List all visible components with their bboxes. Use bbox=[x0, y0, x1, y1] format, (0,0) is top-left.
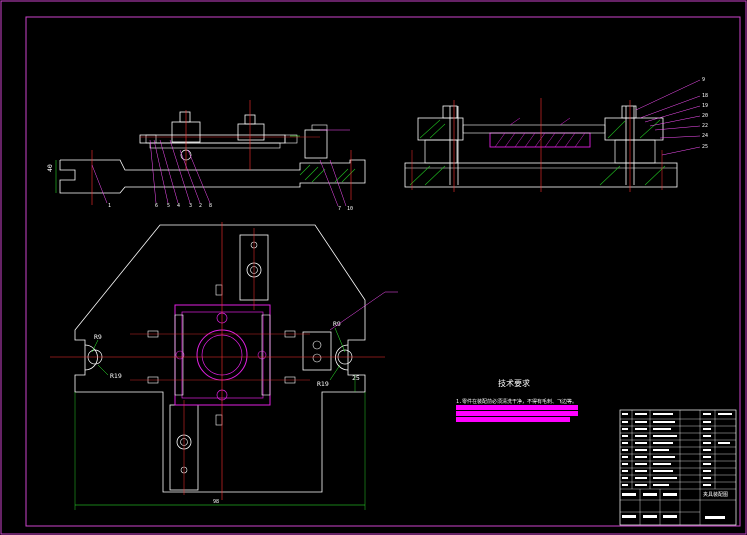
tech-highlight-bar-2 bbox=[456, 411, 578, 416]
tech-requirements-title: 技术要求 bbox=[498, 378, 530, 388]
side-part-24: 24 bbox=[702, 133, 708, 139]
side-part-9: 9 bbox=[702, 77, 705, 83]
front-part-1: 1 bbox=[108, 203, 111, 209]
tech-highlight-bar-3 bbox=[456, 417, 570, 422]
plan-bottom-dim: 98 bbox=[213, 499, 219, 505]
side-part-22: 22 bbox=[702, 123, 708, 129]
radius-r9-right: R9 bbox=[333, 320, 341, 328]
title-block-drawing-name: 夹具装配图 bbox=[703, 491, 728, 498]
side-part-25: 25 bbox=[702, 144, 708, 150]
front-part-7: 7 bbox=[338, 206, 341, 212]
front-part-2: 2 bbox=[199, 203, 202, 209]
front-height-dim: 40 bbox=[46, 164, 54, 172]
right-dim-25: 25 bbox=[352, 374, 360, 382]
radius-r19-left: R19 bbox=[110, 372, 122, 380]
tech-highlight-bar-1 bbox=[456, 405, 578, 410]
inner-frame bbox=[25, 16, 741, 527]
cad-drawing-sheet: 40 1 6 5 4 3 2 8 7 10 9 18 19 20 22 24 2… bbox=[0, 0, 747, 535]
front-part-6: 6 bbox=[155, 203, 158, 209]
front-part-4: 4 bbox=[177, 203, 180, 209]
radius-r19-right: R19 bbox=[317, 380, 329, 388]
side-part-18: 18 bbox=[702, 93, 708, 99]
title-block: 夹具装配图 bbox=[619, 409, 737, 526]
tech-requirements-line1: 1.零件在装配前必须清洗干净，不得有毛刺、飞边等。 bbox=[456, 398, 577, 405]
plan-view: 98 R9 R19 R9 R19 25 bbox=[50, 222, 398, 510]
front-part-10: 10 bbox=[347, 206, 353, 212]
tech-requirements: 技术要求 1.零件在装配前必须清洗干净，不得有毛刺、飞边等。 bbox=[456, 378, 578, 422]
front-part-5: 5 bbox=[167, 203, 170, 209]
front-part-8: 8 bbox=[209, 203, 212, 209]
radius-r9-left: R9 bbox=[94, 333, 102, 341]
side-part-20: 20 bbox=[702, 113, 708, 119]
front-part-3: 3 bbox=[189, 203, 192, 209]
side-view: 9 18 19 20 22 24 25 bbox=[404, 77, 708, 192]
side-part-19: 19 bbox=[702, 103, 708, 109]
front-view: 40 1 6 5 4 3 2 8 7 10 bbox=[46, 100, 366, 212]
